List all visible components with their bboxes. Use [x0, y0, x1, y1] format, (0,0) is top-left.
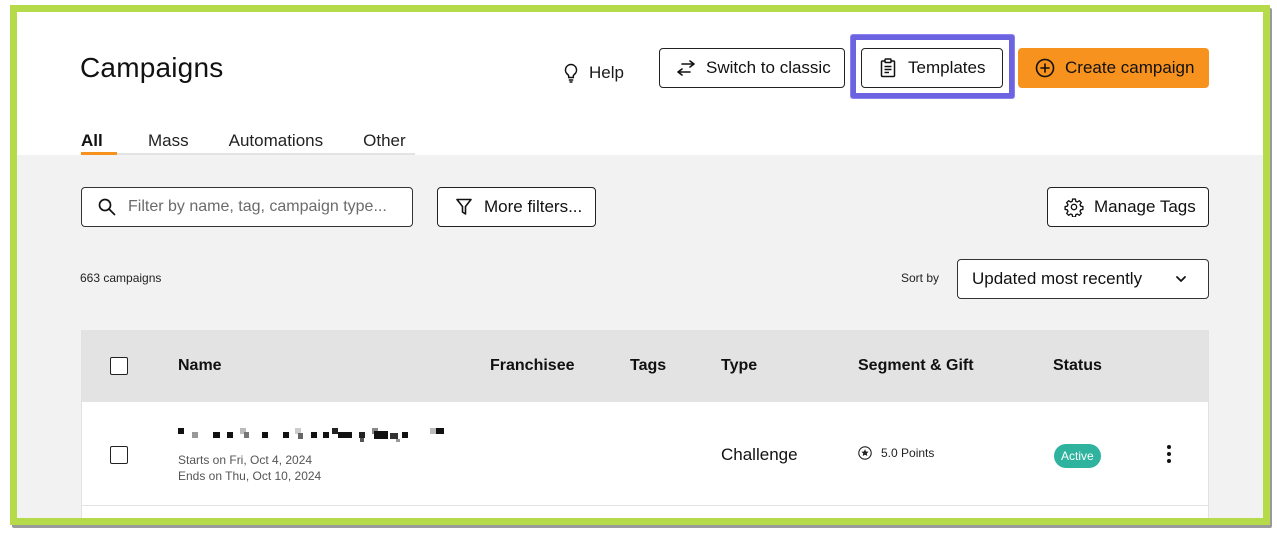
page-title: Campaigns — [80, 52, 224, 83]
campaigns-table: Name Franchisee Tags Type Segment & Gift… — [81, 330, 1209, 518]
swap-arrows-icon — [677, 60, 695, 76]
sort-value: Updated most recently — [972, 269, 1143, 288]
tab-all[interactable]: All — [81, 112, 117, 155]
column-header-tags[interactable]: Tags — [630, 357, 666, 375]
page-header: Campaigns Help Switch to classic Templat… — [17, 12, 1263, 155]
search-box[interactable] — [81, 187, 413, 227]
chevron-down-icon — [1176, 276, 1186, 282]
campaign-type: Challenge — [721, 445, 798, 464]
filter-icon — [456, 198, 472, 215]
column-header-franchisee[interactable]: Franchisee — [490, 357, 574, 375]
manage-tags-button[interactable]: Manage Tags — [1047, 187, 1209, 227]
search-input[interactable] — [128, 198, 398, 216]
clipboard-icon — [880, 58, 896, 78]
tab-other[interactable]: Other — [363, 112, 406, 153]
end-date: Ends on Thu, Oct 10, 2024 — [178, 469, 322, 483]
switch-to-classic-button[interactable]: Switch to classic — [659, 48, 845, 88]
sort-label: Sort by — [901, 271, 940, 285]
star-icon — [858, 446, 872, 460]
column-header-type[interactable]: Type — [721, 357, 757, 375]
campaign-count: 663 campaigns — [80, 271, 162, 285]
row-checkbox[interactable] — [110, 446, 128, 464]
campaign-tabs: All Mass Automations Other — [81, 112, 415, 155]
plus-circle-icon — [1035, 58, 1055, 78]
table-row[interactable]: Starts on Fri, Oct 4, 2024 Ends on Thu, … — [82, 402, 1208, 506]
segment-gift: 5.0 Points — [858, 446, 934, 460]
create-campaign-button[interactable]: Create campaign — [1018, 48, 1209, 88]
column-header-name[interactable]: Name — [178, 357, 222, 375]
more-vertical-icon[interactable] — [1164, 445, 1174, 467]
templates-button[interactable]: Templates — [861, 48, 1003, 88]
lightbulb-icon — [564, 63, 578, 83]
content-area: More filters... Manage Tags 663 campaign… — [17, 155, 1263, 518]
redacted-campaign-name[interactable] — [178, 427, 448, 445]
help-label: Help — [589, 63, 624, 82]
help-link[interactable]: Help — [563, 54, 624, 92]
search-icon — [98, 198, 116, 216]
gear-icon — [1064, 198, 1084, 217]
status-badge: Active — [1054, 444, 1101, 468]
table-header: Name Franchisee Tags Type Segment & Gift… — [82, 330, 1208, 402]
screenshot-frame: Campaigns Help Switch to classic Templat… — [10, 5, 1270, 525]
more-filters-button[interactable]: More filters... — [437, 187, 596, 227]
tab-automations[interactable]: Automations — [229, 112, 324, 153]
select-all-checkbox[interactable] — [110, 357, 128, 375]
column-header-status[interactable]: Status — [1053, 357, 1102, 375]
sort-select[interactable]: Updated most recently — [957, 259, 1209, 299]
column-header-segment-gift[interactable]: Segment & Gift — [858, 357, 974, 375]
manage-tags-label: Manage Tags — [1094, 197, 1196, 216]
more-filters-label: More filters... — [484, 197, 583, 216]
switch-label: Switch to classic — [706, 58, 831, 77]
create-campaign-label: Create campaign — [1065, 58, 1195, 77]
gift-value: 5.0 Points — [881, 446, 935, 460]
start-date: Starts on Fri, Oct 4, 2024 — [178, 453, 313, 467]
templates-label: Templates — [908, 58, 986, 77]
campaign-dates: Starts on Fri, Oct 4, 2024 Ends on Thu, … — [178, 452, 321, 484]
tab-mass[interactable]: Mass — [148, 112, 189, 153]
